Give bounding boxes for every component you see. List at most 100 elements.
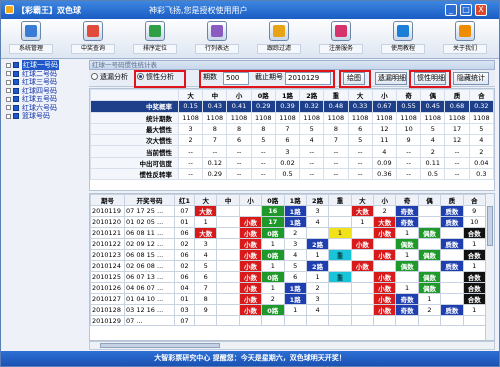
vertical-scrollbar[interactable] xyxy=(485,194,494,340)
toolbar-button-2[interactable]: 排序定位 xyxy=(133,21,177,57)
table-row[interactable]: 2010127 01 04 10 ... 01 8 小数 2 1路 3 小数 奇数 1 合数 xyxy=(90,293,486,305)
stats-cell: 6 xyxy=(274,134,301,147)
value-cell: 1路 xyxy=(283,205,307,217)
stats-cell: 0.5 xyxy=(420,168,446,181)
grid-col-header[interactable]: 期号 xyxy=(90,194,125,206)
grid-col-header[interactable]: 0路 xyxy=(261,194,285,206)
radio-inertia-analysis[interactable]: 惯性分析 xyxy=(137,72,174,85)
stats-cell: 11 xyxy=(371,134,397,147)
toolbar-button-1[interactable]: 中奖查询 xyxy=(71,21,115,57)
maximize-button[interactable]: □ xyxy=(460,4,472,16)
value-cell xyxy=(328,260,352,272)
table-row[interactable]: 2010122 02 09 12 ... 02 3 小数 1 3 2路 小数 偶数 质数 1 xyxy=(90,238,486,250)
grid-col-header[interactable]: 红1 xyxy=(174,194,195,206)
red1-cell: 06 xyxy=(174,249,195,261)
inertia-detail-button[interactable]: 惯性明细 xyxy=(414,72,446,85)
table-row[interactable]: 2010128 03 12 16 ... 03 9 小数 0路 1 4 小数 奇数 2 质数 1 xyxy=(90,304,486,316)
value-cell xyxy=(350,271,375,283)
grid-col-header[interactable]: 1路 xyxy=(283,194,307,206)
stats-cell: 12 xyxy=(371,122,397,136)
grid-col-header[interactable]: 2路 xyxy=(305,194,330,206)
grid-col-header[interactable]: 重 xyxy=(328,194,352,206)
toolbar-button-0[interactable]: 系统管理 xyxy=(9,21,53,57)
grid-col-header[interactable]: 大 xyxy=(350,194,375,206)
value-cell: 6 xyxy=(283,271,307,283)
grid-col-header[interactable]: 中 xyxy=(216,194,240,206)
grid-col-header[interactable]: 合 xyxy=(462,194,486,206)
tree-item[interactable]: 篮球号码 xyxy=(6,112,86,121)
value-cell: 1 xyxy=(395,249,419,261)
stats-col-header: 1路 xyxy=(274,88,301,102)
minimize-button[interactable]: _ xyxy=(445,4,457,16)
value-cell: 1路 xyxy=(283,216,307,228)
expand-icon[interactable] xyxy=(6,113,11,119)
expand-icon[interactable] xyxy=(6,62,11,68)
numbers-cell: 06 08 11 ... xyxy=(124,227,175,239)
value-cell: 小数 xyxy=(238,304,263,316)
value-cell xyxy=(350,293,375,305)
grid-col-header[interactable]: 开奖号码 xyxy=(124,194,175,206)
ball-icon xyxy=(13,79,19,86)
grid-col-header[interactable]: 小 xyxy=(238,194,263,206)
grid-col-header[interactable]: 质 xyxy=(440,194,464,206)
scroll-thumb[interactable] xyxy=(487,206,493,246)
horizontal-scrollbar[interactable] xyxy=(89,341,495,350)
value-cell xyxy=(261,314,285,327)
value-cell: 1 xyxy=(417,293,442,305)
expand-icon[interactable] xyxy=(6,79,11,85)
expand-icon[interactable] xyxy=(6,71,11,77)
table-icon xyxy=(207,21,227,41)
toolbar-button-4[interactable]: 跟踪过滤 xyxy=(257,21,301,57)
red1-cell: 06 xyxy=(174,271,195,283)
toolbar-button-7[interactable]: 关于我们 xyxy=(443,21,487,57)
stats-cell: 7 xyxy=(323,134,349,147)
toolbar-button-6[interactable]: 使用教程 xyxy=(381,21,425,57)
stats-cell: 0.48 xyxy=(323,100,349,113)
stats-row: 中出可信度 -- 0.12 -- -- 0.02 -- -- -- 0.09 -- 0.11 -- 0.0… xyxy=(90,156,495,170)
issue-cell: 2010123 xyxy=(90,249,125,261)
radio-miss-analysis[interactable]: 遗漏分析 xyxy=(91,72,128,85)
end-issue-label: 截止期号 xyxy=(255,73,283,81)
grid-col-header[interactable]: 大 xyxy=(193,194,218,206)
period-input[interactable]: 500 xyxy=(223,72,249,85)
about-icon xyxy=(455,21,475,41)
stats-cell: 1108 xyxy=(371,111,397,124)
stats-cell: 6 xyxy=(347,122,373,136)
grid-col-header[interactable]: 奇 xyxy=(395,194,419,206)
stats-cell: 7 xyxy=(202,134,228,147)
grid-col-header[interactable]: 小 xyxy=(372,194,397,206)
close-button[interactable]: X xyxy=(475,4,487,16)
plot-button[interactable]: 绘图 xyxy=(343,72,365,85)
stats-cell: 8 xyxy=(226,122,252,136)
stats-col-header: 合 xyxy=(468,88,495,102)
end-issue-input[interactable]: 2010129 xyxy=(285,72,331,85)
table-row[interactable]: 2010123 06 08 15 ... 06 4 小数 0路 4 1 重小数 1 偶数 合数 xyxy=(90,249,486,261)
grid-col-header[interactable]: 偶 xyxy=(417,194,442,206)
miss-detail-button[interactable]: 遗漏明细 xyxy=(375,72,407,85)
stats-col-header: 质 xyxy=(444,88,470,102)
table-row[interactable]: 2010125 06 07 13 ... 06 6 小数 0路 6 1 重小数 偶数 合数 xyxy=(90,271,486,283)
value-cell xyxy=(216,282,240,294)
toolbar-button-3[interactable]: 行列表达 xyxy=(195,21,239,57)
stats-cell: 0.29 xyxy=(250,100,276,113)
window-title: 【彩霸王】双色球 xyxy=(17,6,81,15)
stats-cell: 0.32 xyxy=(299,100,325,113)
value-cell: 小数 xyxy=(238,227,263,239)
title-bar[interactable]: 【彩霸王】双色球 神彩飞扬,您是授权使用用户 _ □ X xyxy=(1,1,499,19)
expand-icon[interactable] xyxy=(6,88,11,94)
table-row[interactable]: 2010124 02 06 08 ... 02 5 小数 1 5 2路 小数 偶数 质数 1 xyxy=(90,260,486,272)
stats-cell: 0.68 xyxy=(444,100,470,113)
red1-cell: 02 xyxy=(174,238,195,250)
toolbar-button-5[interactable]: 注册服务 xyxy=(319,21,363,57)
value-cell: 奇数 xyxy=(395,304,419,316)
hide-stats-button[interactable]: 隐藏统计 xyxy=(453,72,489,85)
table-row[interactable]: 2010120 01 02 05 ... 01 1 小数 17 1路 4 1 大数 奇数 质数 10 xyxy=(90,216,486,228)
table-row[interactable]: 2010129 07 ... 07 xyxy=(90,314,486,327)
expand-icon[interactable] xyxy=(6,105,11,111)
expand-icon[interactable] xyxy=(6,96,11,102)
table-row[interactable]: 2010121 06 08 11 ... 06 大数 小数 0路 2 1 小数 1 偶数 合数 xyxy=(90,227,486,239)
table-row[interactable]: 2010119 07 17 25 ... 07 大数 16 1路 3 大数 2 奇数 质数 9 xyxy=(90,205,486,217)
table-row[interactable]: 2010126 04 06 07 ... 04 7 小数 1 1路 2 小数 1 偶数 合数 xyxy=(90,282,486,294)
value-cell: 3 xyxy=(193,238,218,250)
scroll-thumb[interactable] xyxy=(100,343,220,348)
